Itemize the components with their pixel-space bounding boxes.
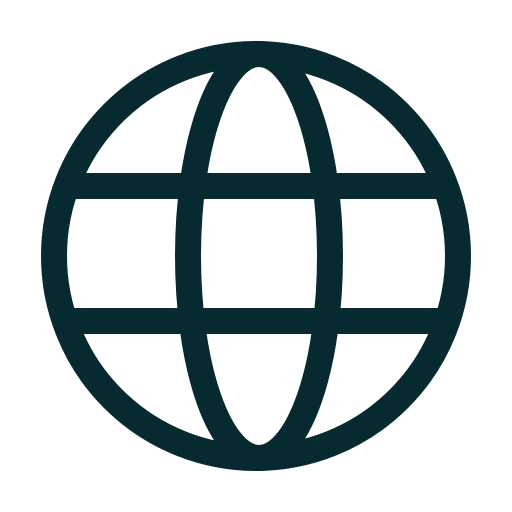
globe-icon bbox=[41, 41, 471, 471]
globe-outline bbox=[41, 41, 471, 471]
icon-canvas bbox=[0, 0, 512, 512]
globe-meridian bbox=[175, 41, 343, 471]
